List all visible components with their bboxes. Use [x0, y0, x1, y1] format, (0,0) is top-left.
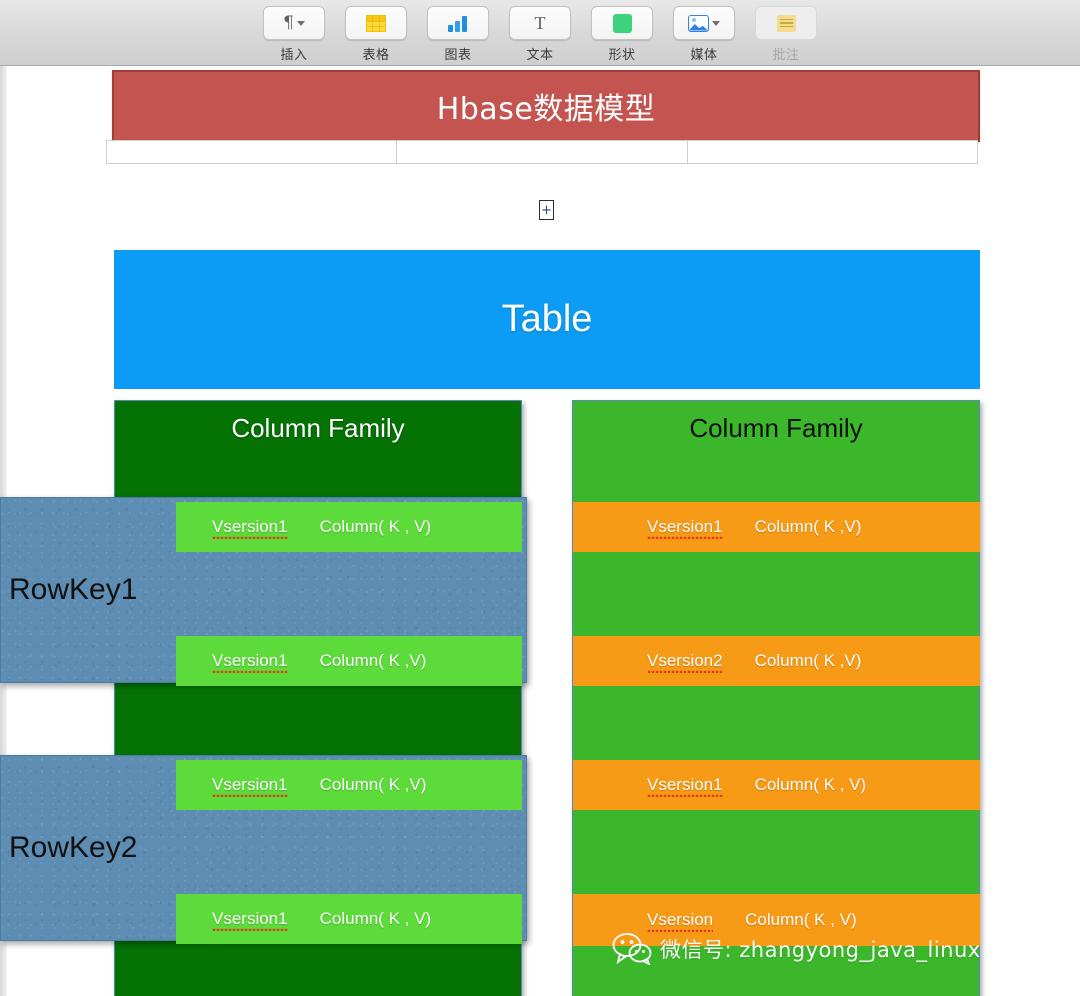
pilcrow-icon: ¶	[283, 12, 294, 33]
table-icon	[366, 14, 386, 32]
version-label: Vsersion1	[647, 517, 723, 536]
chevron-down-icon[interactable]	[296, 20, 305, 26]
table-shape[interactable]: Table	[114, 250, 980, 389]
table-shape-label: Table	[501, 298, 593, 340]
toolbar: ¶ 插入 表格 图表 T 文本 形状 媒体 批注	[0, 0, 1080, 66]
slide-title-banner[interactable]: Hbase数据模型	[112, 70, 980, 142]
shape-button[interactable]	[591, 6, 653, 40]
toolbar-label-text: 文本	[526, 48, 554, 63]
cell-right-2[interactable]: Vsersion2 Column( K ,V)	[573, 636, 980, 686]
cell-right-2-text: Vsersion2 Column( K ,V)	[647, 651, 861, 671]
document-table[interactable]	[106, 140, 978, 164]
table-cell[interactable]	[397, 141, 688, 163]
column-label: Column( K ,V)	[319, 651, 427, 670]
comment-icon	[776, 14, 796, 32]
toolbar-item-shape[interactable]: 形状	[589, 6, 655, 63]
column-label: Column( K ,V)	[754, 651, 862, 670]
toolbar-item-chart[interactable]: 图表	[425, 6, 491, 63]
shape-icon	[612, 13, 632, 33]
column-family-right-title: Column Family	[689, 413, 863, 443]
table-insert-handle[interactable]: +	[539, 200, 554, 220]
text-button[interactable]: T	[509, 6, 571, 40]
version-label: Vsersion1	[212, 517, 288, 536]
cell-left-4[interactable]: Vsersion1 Column( K , V)	[176, 894, 522, 944]
toolbar-label-comment: 批注	[772, 48, 800, 63]
insert-button[interactable]: ¶	[263, 6, 325, 40]
chart-icon	[447, 15, 469, 32]
column-family-left-header: Column Family	[115, 401, 521, 493]
column-family-left-title: Column Family	[231, 413, 405, 443]
column-family-right-header: Column Family	[573, 401, 979, 493]
table-cell[interactable]	[107, 141, 398, 163]
version-label: Vsersion2	[647, 651, 723, 670]
toolbar-label-insert: 插入	[280, 48, 308, 63]
page-title: Hbase数据模型	[436, 92, 656, 127]
comment-button[interactable]	[755, 6, 817, 40]
column-label: Column( K , V)	[745, 910, 857, 929]
cell-left-4-text: Vsersion1 Column( K , V)	[212, 909, 431, 929]
cell-left-1[interactable]: Vsersion1 Column( K , V)	[176, 502, 522, 552]
version-label: Vsersion1	[212, 775, 288, 794]
cell-left-2-text: Vsersion1 Column( K ,V)	[212, 651, 426, 671]
toolbar-label-chart: 图表	[444, 48, 472, 63]
cell-right-4-text: Vsersion Column( K , V)	[647, 910, 857, 930]
rowkey-1-label: RowKey1	[9, 573, 138, 606]
document-canvas[interactable]: Hbase数据模型 Table Column Family Column Fam…	[0, 66, 1080, 996]
media-icon	[688, 14, 709, 32]
rowkey-2-label: RowKey2	[9, 831, 138, 864]
cell-left-1-text: Vsersion1 Column( K , V)	[212, 517, 431, 537]
cell-left-3-text: Vsersion1 Column( K ,V)	[212, 775, 426, 795]
toolbar-label-table: 表格	[362, 48, 390, 63]
watermark: 微信号: zhangyong_java_linux	[612, 932, 981, 966]
toolbar-item-media[interactable]: 媒体	[671, 6, 737, 63]
table-cell[interactable]	[688, 141, 977, 163]
toolbar-item-comment[interactable]: 批注	[753, 6, 819, 63]
column-label: Column( K , V)	[319, 517, 432, 536]
cell-right-1[interactable]: Vsersion1 Column( K ,V)	[573, 502, 980, 552]
cell-right-3[interactable]: Vsersion1 Column( K , V)	[573, 760, 980, 810]
table-button[interactable]	[345, 6, 407, 40]
toolbar-item-insert[interactable]: ¶ 插入	[261, 6, 327, 63]
version-label: Vsersion1	[212, 651, 288, 670]
text-icon: T	[534, 13, 546, 33]
app-window: ¶ 插入 表格 图表 T 文本 形状 媒体 批注 Hbase数据模型 Table…	[0, 0, 1080, 996]
version-label: Vsersion1	[212, 909, 288, 928]
cell-left-3[interactable]: Vsersion1 Column( K ,V)	[176, 760, 522, 810]
column-label: Column( K ,V)	[319, 775, 427, 794]
cell-left-2[interactable]: Vsersion1 Column( K ,V)	[176, 636, 522, 686]
column-label: Column( K , V)	[319, 909, 432, 928]
version-label: Vsersion1	[647, 775, 723, 794]
toolbar-item-text[interactable]: T 文本	[507, 6, 573, 63]
version-label: Vsersion	[647, 910, 714, 929]
cell-right-3-text: Vsersion1 Column( K , V)	[647, 775, 866, 795]
toolbar-item-table[interactable]: 表格	[343, 6, 409, 63]
toolbar-label-media: 媒体	[690, 48, 718, 63]
cell-right-1-text: Vsersion1 Column( K ,V)	[647, 517, 861, 537]
toolbar-label-shape: 形状	[608, 48, 636, 63]
column-label: Column( K ,V)	[754, 517, 862, 536]
watermark-text: 微信号: zhangyong_java_linux	[660, 937, 981, 962]
wechat-icon	[612, 932, 652, 966]
chart-button[interactable]	[427, 6, 489, 40]
column-label: Column( K , V)	[754, 775, 867, 794]
chevron-down-icon[interactable]	[712, 20, 720, 26]
media-button[interactable]	[673, 6, 735, 40]
